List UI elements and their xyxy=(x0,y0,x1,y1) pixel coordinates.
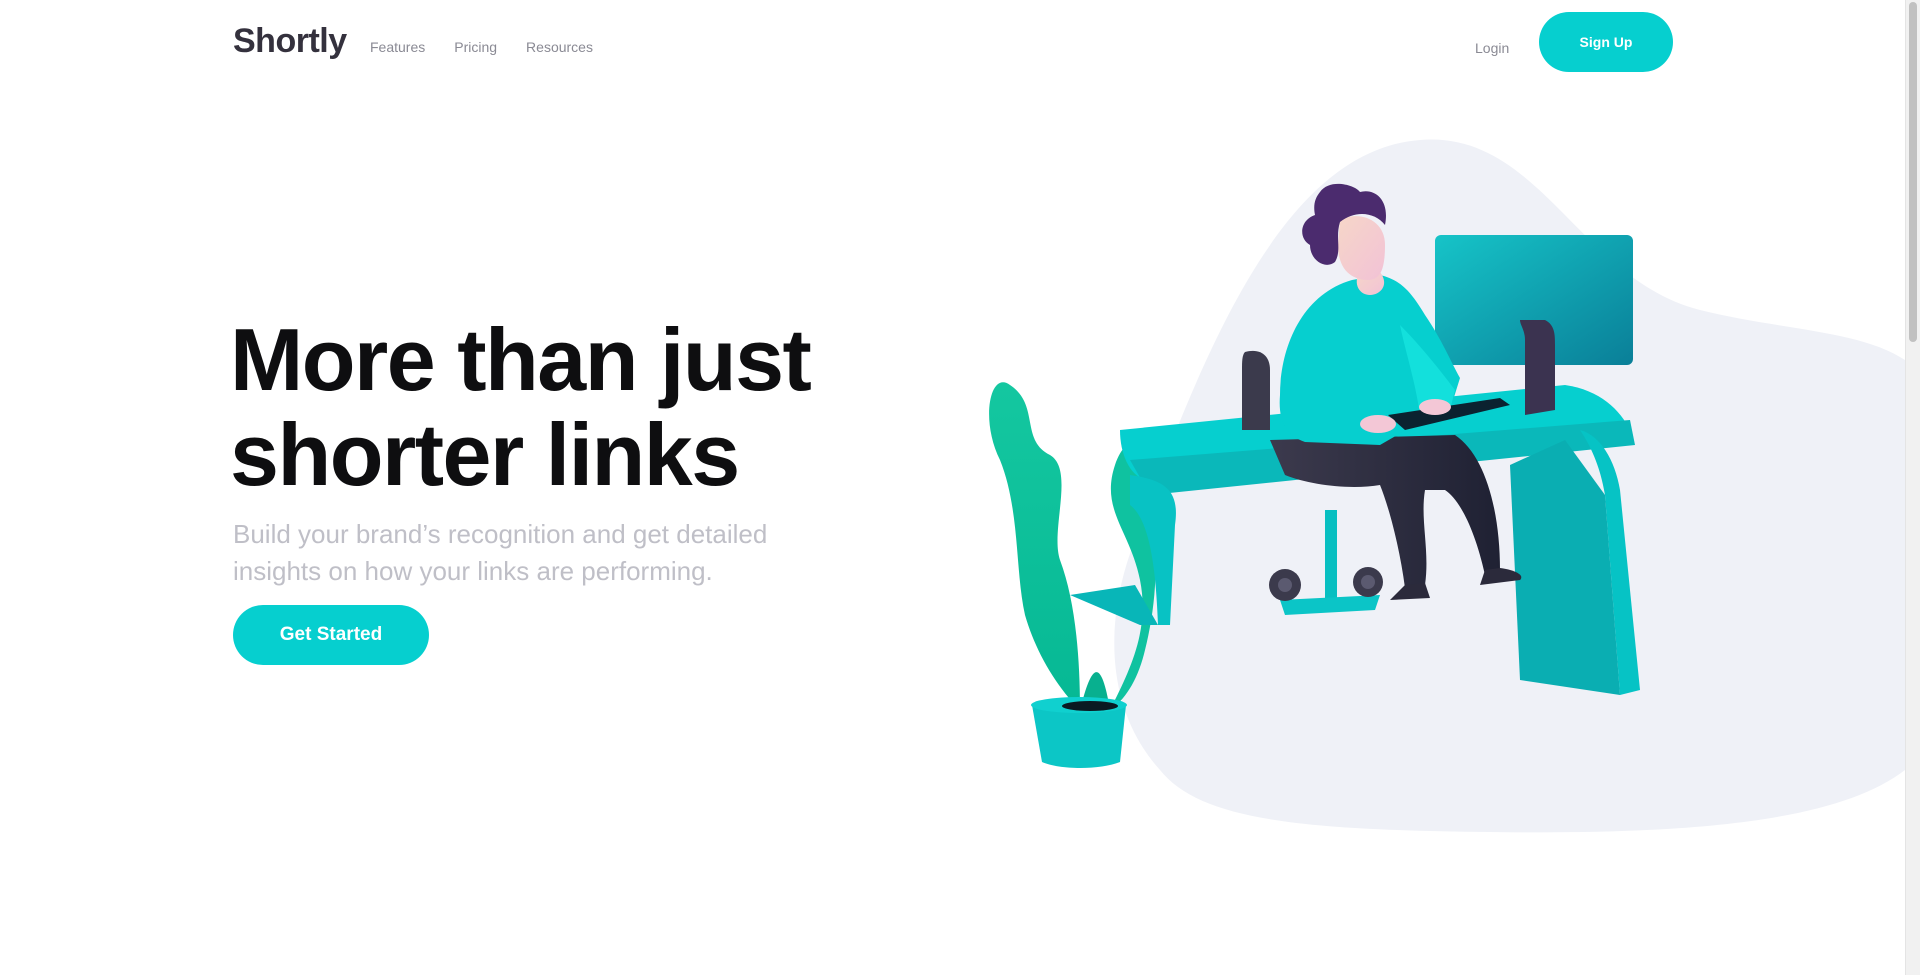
scrollbar-thumb[interactable] xyxy=(1909,2,1917,342)
sign-up-button[interactable]: Sign Up xyxy=(1539,12,1673,72)
nav-link-features[interactable]: Features xyxy=(370,39,425,55)
monitor-stand xyxy=(1520,320,1555,415)
hero-subtitle: Build your brand’s recognition and get d… xyxy=(233,519,768,586)
person-working-at-desk-illustration xyxy=(980,130,1905,850)
plant-pot-soil xyxy=(1062,701,1118,711)
login-link[interactable]: Login xyxy=(1475,40,1509,56)
nav-link-resources[interactable]: Resources xyxy=(526,39,593,55)
landing-page: Shortly Features Pricing Resources Login… xyxy=(0,0,1920,975)
person-hand-right xyxy=(1419,399,1451,415)
chair-back xyxy=(1242,350,1270,430)
nav-links: Features Pricing Resources xyxy=(370,39,593,55)
nav-link-pricing[interactable]: Pricing xyxy=(454,39,497,55)
top-navigation: Shortly Features Pricing Resources Login… xyxy=(0,0,1905,90)
get-started-button[interactable]: Get Started xyxy=(233,605,429,665)
vertical-scrollbar[interactable] xyxy=(1905,0,1920,975)
hero-title-line-2: shorter links xyxy=(230,405,740,504)
plant-pot xyxy=(1032,705,1126,768)
shortly-logo[interactable]: Shortly xyxy=(233,22,347,61)
hero-title-line-1: More than just xyxy=(230,310,812,409)
plant-leaf-left xyxy=(989,382,1080,710)
person-hand-left xyxy=(1360,415,1396,433)
chair-post xyxy=(1325,510,1337,600)
hero-title: More than just shorter links xyxy=(230,312,930,502)
